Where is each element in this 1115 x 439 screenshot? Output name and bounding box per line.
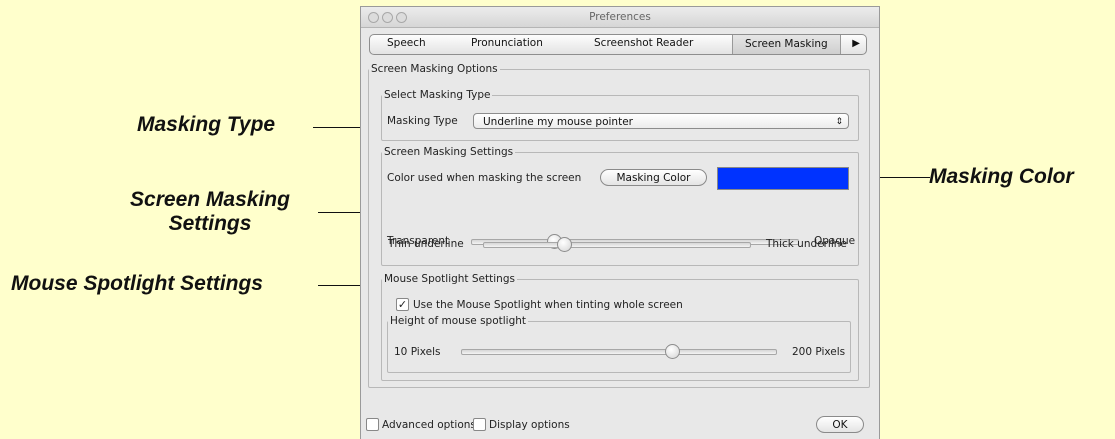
tab-pronunciation[interactable]: Pronunciation — [471, 37, 543, 49]
spotlight-checkbox-label: Use the Mouse Spotlight when tinting who… — [413, 299, 683, 311]
underline-slider[interactable] — [483, 237, 751, 252]
select-masking-type-title: Select Masking Type — [384, 89, 491, 101]
tab-screen-masking[interactable]: Screen Masking — [732, 35, 841, 54]
spotlight-height-group: Height of mouse spotlight — [387, 315, 851, 373]
callout-screen-masking-line1: Screen Masking — [130, 188, 290, 211]
spotlight-height-title: Height of mouse spotlight — [390, 315, 527, 327]
screen-masking-options-title: Screen Masking Options — [371, 63, 498, 75]
callout-mouse-spotlight-settings: Mouse Spotlight Settings — [11, 272, 263, 295]
callout-masking-color: Masking Color — [929, 165, 1074, 188]
masking-color-label: Color used when masking the screen — [387, 172, 582, 184]
spotlight-checkbox[interactable]: ✓ — [396, 298, 409, 311]
callout-screen-masking-settings: Screen Masking Settings — [110, 188, 310, 236]
window-title: Preferences — [589, 11, 651, 23]
screen-masking-settings-title: Screen Masking Settings — [384, 146, 514, 158]
thin-underline-label-visible: Thin underline — [388, 238, 464, 250]
callout-screen-masking-line2: Settings — [168, 212, 252, 235]
display-options-label: Display options — [489, 419, 570, 431]
ok-button[interactable]: OK — [816, 416, 864, 433]
advanced-options-label: Advanced options — [382, 419, 476, 431]
tab-scroll-right-icon[interactable]: ▶ — [852, 38, 860, 49]
spotlight-height-slider[interactable] — [461, 344, 777, 359]
masking-color-swatch[interactable] — [717, 167, 849, 190]
thick-underline-label: Thick underline — [766, 238, 847, 250]
masking-type-label: Masking Type — [387, 115, 458, 127]
title-bar[interactable]: Preferences — [361, 7, 879, 28]
underline-slider-knob[interactable] — [556, 237, 572, 252]
mouse-spotlight-settings-title: Mouse Spotlight Settings — [384, 273, 515, 285]
masking-color-button[interactable]: Masking Color — [600, 169, 707, 186]
callout-masking-type: Masking Type — [137, 113, 276, 136]
display-options-checkbox[interactable] — [473, 418, 486, 431]
advanced-options-checkbox[interactable] — [366, 418, 379, 431]
spotlight-max-label: 200 Pixels — [792, 346, 846, 358]
popup-arrows-icon: ⇕ — [835, 117, 843, 127]
tab-screenshot-reader[interactable]: Screenshot Reader — [594, 37, 693, 49]
masking-type-value: Underline my mouse pointer — [483, 116, 633, 128]
tab-bar: Speech Pronunciation Screenshot Reader S… — [369, 34, 867, 55]
preferences-window: Preferences Speech Pronunciation Screens… — [360, 6, 880, 439]
spotlight-min-label: 10 Pixels — [394, 346, 441, 358]
tab-speech[interactable]: Speech — [387, 37, 426, 49]
masking-type-select[interactable]: Underline my mouse pointer ⇕ — [473, 113, 849, 129]
